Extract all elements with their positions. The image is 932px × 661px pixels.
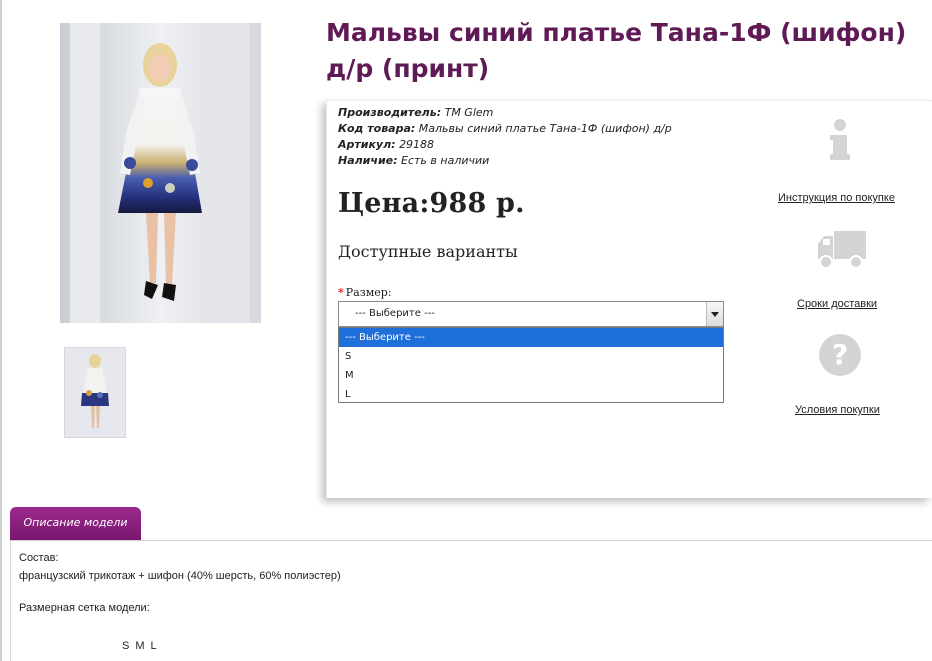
meta-article: Артикул: 29188: [338, 137, 672, 153]
size-option-placeholder[interactable]: --- Выберите ---: [339, 328, 723, 347]
window-edge: [0, 0, 2, 661]
meta-key: Наличие:: [338, 154, 398, 167]
meta-availability: Наличие: Есть в наличии: [338, 153, 672, 169]
size-select-value: --- Выберите ---: [355, 308, 435, 319]
size-grid-m: M: [135, 640, 145, 652]
truck-icon: [816, 228, 868, 274]
size-grid-s: S: [122, 640, 130, 652]
size-grid-l: L: [150, 640, 157, 652]
product-main-image[interactable]: [60, 23, 261, 323]
size-label: * Размер:: [338, 286, 392, 299]
size-option-s[interactable]: S: [339, 347, 723, 366]
purchase-instructions-link[interactable]: Инструкция по покупке: [778, 192, 895, 204]
tab-description[interactable]: Описание модели: [10, 507, 141, 540]
meta-value: 29188: [399, 138, 435, 151]
meta-value: ТМ Glem: [444, 106, 494, 119]
size-grid-sizes: SML: [122, 640, 163, 652]
product-meta: Производитель: ТМ Glem Код товара: Мальв…: [338, 105, 672, 169]
meta-product-code: Код товара: Мальвы синий платье Тана-1Ф …: [338, 121, 672, 137]
composition-value: французский трикотаж + шифон (40% шерсть…: [19, 570, 341, 582]
required-mark: *: [338, 286, 344, 299]
size-select[interactable]: --- Выберите ---: [338, 301, 724, 327]
meta-key: Производитель:: [338, 106, 442, 119]
meta-key: Артикул:: [338, 138, 396, 151]
variants-heading: Доступные варианты: [338, 242, 518, 261]
question-icon: ?: [818, 333, 862, 381]
size-dropdown-list: --- Выберите --- S M L: [338, 327, 724, 403]
size-option-l[interactable]: L: [339, 385, 723, 404]
size-grid-label: Размерная сетка модели:: [19, 602, 150, 614]
info-icon: [828, 118, 852, 166]
delivery-terms-link[interactable]: Сроки доставки: [797, 298, 877, 310]
product-thumbnail[interactable]: [64, 347, 126, 438]
composition-label: Состав:: [19, 552, 59, 564]
size-label-text: Размер:: [345, 286, 392, 299]
meta-manufacturer: Производитель: ТМ Glem: [338, 105, 672, 121]
size-option-m[interactable]: M: [339, 366, 723, 385]
product-price: Цена:988 р.: [338, 188, 525, 219]
meta-value: Мальвы синий платье Тана-1Ф (шифон) д/р: [418, 122, 672, 135]
purchase-conditions-link[interactable]: Условия покупки: [795, 404, 880, 416]
product-title: Мальвы синий платье Тана-1Ф (шифон) д/р …: [326, 18, 907, 83]
tab-description-label: Описание модели: [23, 516, 128, 529]
meta-value: Есть в наличии: [401, 154, 490, 167]
meta-key: Код товара:: [338, 122, 416, 135]
svg-text:?: ?: [832, 338, 848, 371]
chevron-down-icon[interactable]: [706, 302, 723, 326]
